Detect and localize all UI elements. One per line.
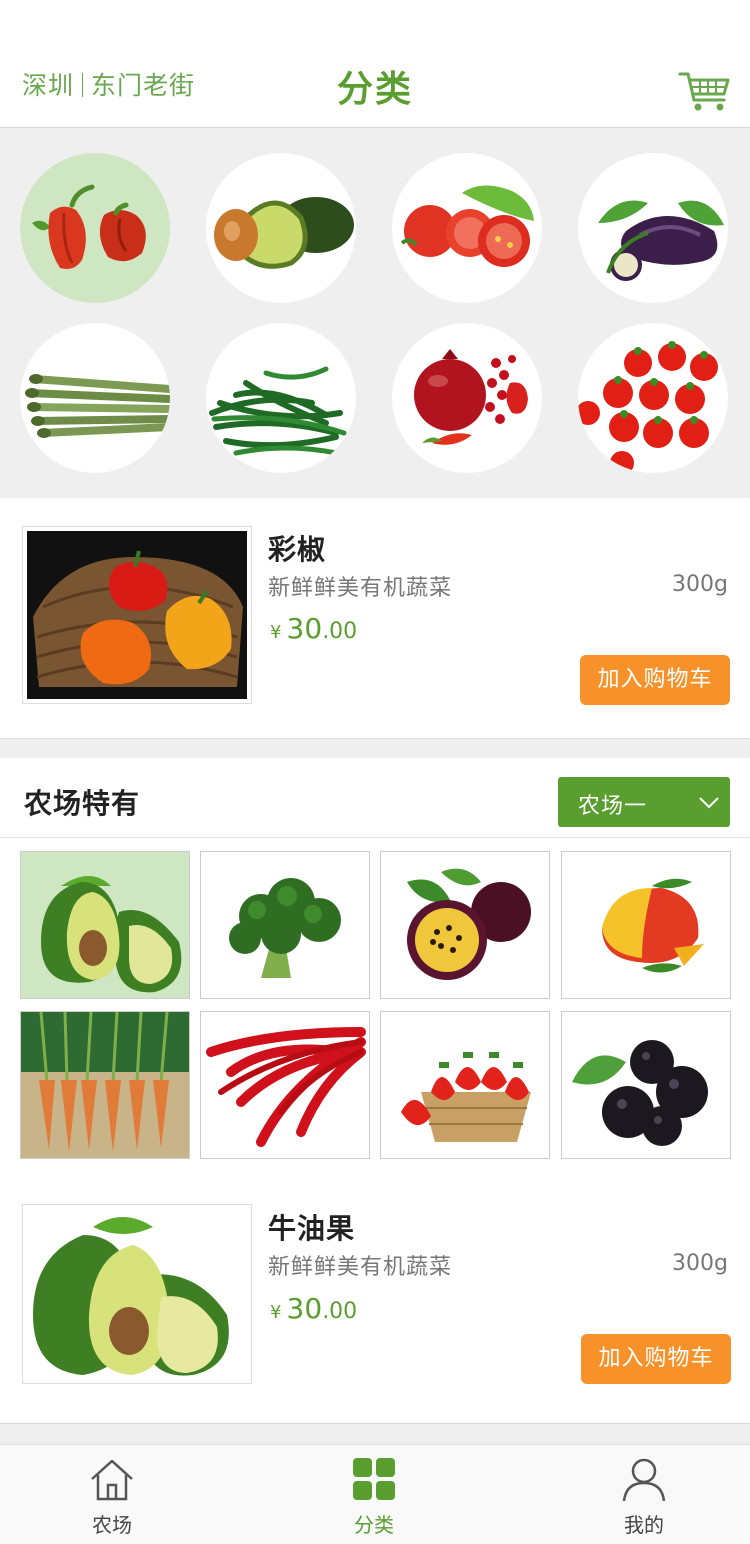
broccoli-image <box>229 878 341 978</box>
shopping-cart-icon <box>678 72 730 111</box>
cart-button[interactable] <box>678 70 730 112</box>
farm-item-passion-fruit[interactable] <box>380 851 550 999</box>
category-cherry-tomato[interactable] <box>578 323 728 473</box>
price-decimal: .00 <box>322 1299 358 1324</box>
bell-pepper-image <box>32 184 146 269</box>
price-decimal: .00 <box>322 619 358 644</box>
avocado-image <box>214 197 354 269</box>
farm-item-strawberry[interactable] <box>380 1011 550 1159</box>
add-to-cart-button[interactable]: 加入购物车 <box>580 655 730 705</box>
category-avocado[interactable] <box>206 153 356 303</box>
bottom-tab-bar: 农场 分类 我的 <box>0 1444 750 1544</box>
top-bar: 深圳 东门老街 分类 <box>0 0 750 128</box>
farm-section-title: 农场特有 <box>24 787 141 820</box>
category-green-bean[interactable] <box>206 323 356 473</box>
grid-icon <box>353 1458 395 1500</box>
eggplant-image <box>598 200 724 281</box>
asparagus-image <box>25 374 170 438</box>
avocado-image <box>41 876 182 993</box>
page-title: 分类 <box>336 69 413 110</box>
product-card-bell-pepper[interactable]: 彩椒 新鲜鲜美有机蔬菜 300g ¥ 30.00 加入购物车 <box>0 498 750 738</box>
product-price: ¥ 30.00 <box>270 1292 357 1325</box>
category-tomato[interactable] <box>392 153 542 303</box>
product-name: 牛油果 <box>268 1212 356 1245</box>
passion-fruit-image <box>407 868 531 980</box>
user-icon <box>622 1458 666 1502</box>
product-weight: 300g <box>672 572 728 597</box>
product-weight: 300g <box>672 1251 728 1276</box>
carrot-image <box>21 1012 189 1158</box>
chevron-down-icon <box>699 797 719 809</box>
currency-symbol: ¥ <box>270 622 282 643</box>
tomato-image <box>400 185 534 267</box>
tab-label: 分类 <box>354 1513 394 1537</box>
home-icon <box>91 1459 133 1501</box>
product-card-avocado[interactable]: 牛油果 新鲜鲜美有机蔬菜 300g ¥ 30.00 加入购物车 <box>0 1185 750 1423</box>
farm-item-chili[interactable] <box>200 1011 370 1159</box>
farm-item-broccoli[interactable] <box>200 851 370 999</box>
green-bean-image <box>209 366 347 456</box>
farm-dropdown[interactable]: 农场一 <box>558 777 730 827</box>
pomegranate-image <box>414 349 528 445</box>
tab-mine[interactable]: 我的 <box>569 1445 719 1544</box>
farm-section-header: 农场特有 农场一 <box>0 758 750 838</box>
pepper-basket-image <box>27 531 247 699</box>
product-description: 新鲜鲜美有机蔬菜 <box>268 576 453 601</box>
product-price: ¥ 30.00 <box>270 612 357 645</box>
farm-dropdown-value: 农场一 <box>578 794 648 819</box>
category-eggplant[interactable] <box>578 153 728 303</box>
currency-symbol: ¥ <box>270 1302 282 1323</box>
mango-image <box>602 878 704 973</box>
category-pepper[interactable] <box>20 153 170 303</box>
blackberry-image <box>572 1040 708 1146</box>
price-integer: 30 <box>286 1292 323 1325</box>
category-pomegranate[interactable] <box>392 323 542 473</box>
tab-farm[interactable]: 农场 <box>37 1445 187 1544</box>
category-grid <box>0 128 750 498</box>
chili-pepper-image <box>206 1027 366 1147</box>
product-name: 彩椒 <box>268 533 327 566</box>
tab-category[interactable]: 分类 <box>299 1445 449 1544</box>
product-description: 新鲜鲜美有机蔬菜 <box>268 1255 453 1280</box>
product-image <box>22 1204 252 1384</box>
tab-label: 农场 <box>92 1513 132 1537</box>
section-divider <box>0 738 750 758</box>
add-to-cart-button[interactable]: 加入购物车 <box>581 1334 731 1384</box>
farm-item-blackberry[interactable] <box>561 1011 731 1159</box>
price-integer: 30 <box>286 612 323 645</box>
farm-item-carrot[interactable] <box>20 1011 190 1159</box>
tab-label: 我的 <box>624 1513 664 1537</box>
product-image <box>22 526 252 704</box>
section-divider <box>0 1423 750 1444</box>
farm-item-avocado[interactable] <box>20 851 190 999</box>
cherry-tomato-image <box>578 341 718 473</box>
farm-item-mango[interactable] <box>561 851 731 999</box>
avocado-image <box>33 1217 229 1376</box>
category-asparagus[interactable] <box>20 323 170 473</box>
strawberry-basket-image <box>401 1052 531 1142</box>
